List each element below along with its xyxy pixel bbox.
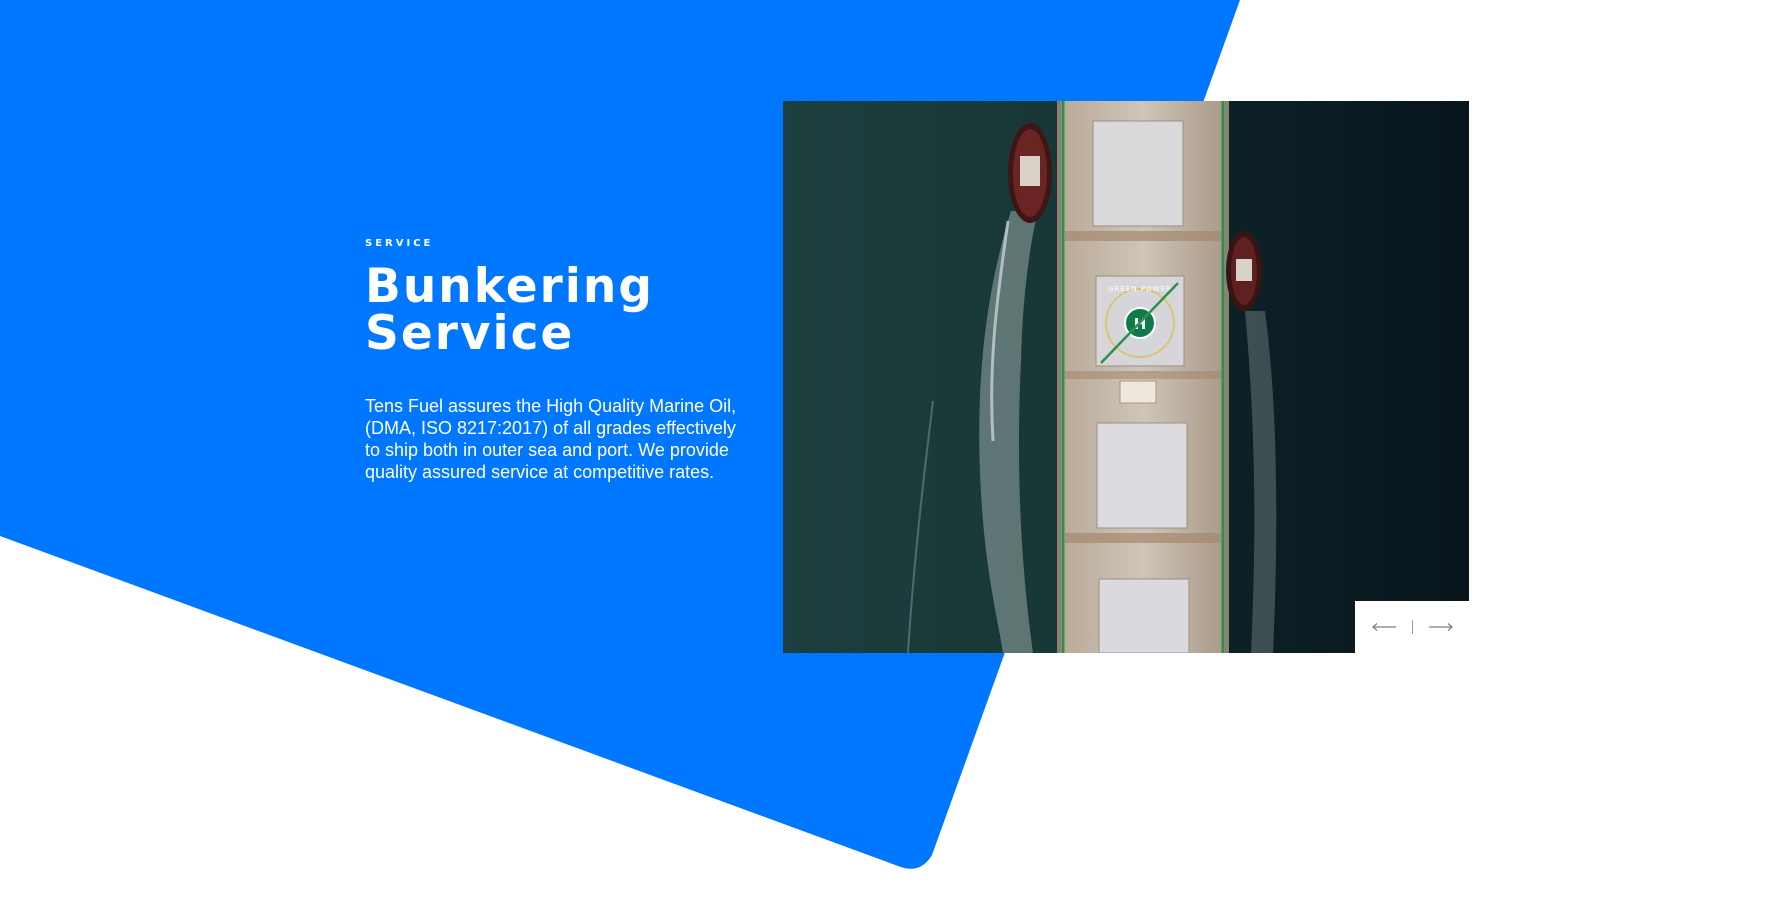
service-image: H GREEN POWER bbox=[783, 101, 1469, 653]
service-description: Tens Fuel assures the High Quality Marin… bbox=[365, 396, 737, 482]
arrow-left-icon bbox=[1371, 623, 1396, 631]
ship-aerial-illustration: H GREEN POWER bbox=[783, 101, 1469, 653]
section-eyebrow: SERVICE bbox=[365, 238, 434, 249]
page-title: Bunkering Service bbox=[365, 259, 655, 361]
hero-section: SERVICE Bunkering Service Tens Fuel assu… bbox=[0, 0, 1787, 897]
deck-marking-text: GREEN POWER bbox=[1108, 285, 1172, 293]
next-slide-button[interactable] bbox=[1427, 617, 1455, 637]
slider-navigation bbox=[1355, 601, 1469, 653]
arrow-right-icon bbox=[1428, 623, 1453, 631]
service-text-block: SERVICE Bunkering Service Tens Fuel assu… bbox=[365, 238, 755, 483]
nav-divider bbox=[1411, 620, 1413, 634]
prev-slide-button[interactable] bbox=[1370, 617, 1398, 637]
